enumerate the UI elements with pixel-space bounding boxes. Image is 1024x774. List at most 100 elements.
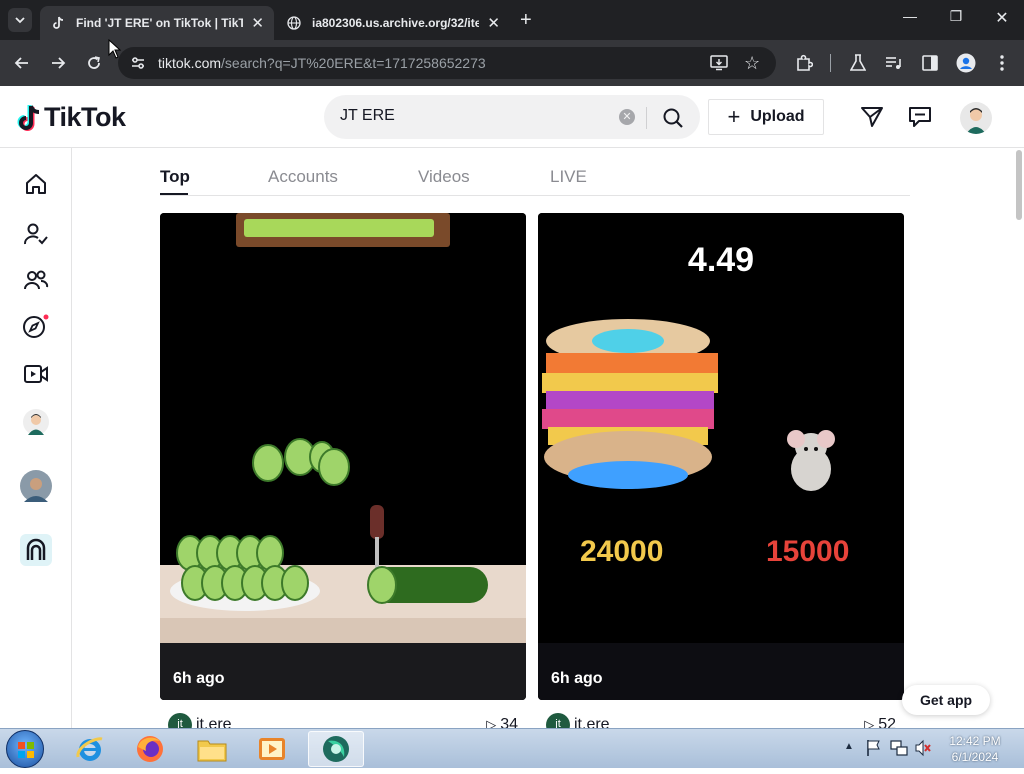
tab-videos[interactable]: Videos — [418, 167, 470, 187]
profile-button[interactable] — [954, 51, 978, 75]
back-button[interactable] — [10, 51, 34, 75]
site-info-icon[interactable] — [130, 55, 146, 74]
toolbar-divider — [830, 54, 831, 72]
arrow-right-icon — [52, 57, 66, 69]
nav-home[interactable] — [20, 168, 52, 200]
nav-account-avatar[interactable] — [20, 470, 52, 502]
tab-search-button[interactable] — [8, 8, 32, 32]
install-app-icon[interactable] — [710, 55, 728, 74]
puzzle-icon — [797, 54, 813, 71]
score-right: 15000 — [766, 535, 850, 568]
folder-icon — [197, 740, 227, 762]
video-camera-icon — [24, 365, 48, 383]
taskbar-internet-explorer[interactable] — [62, 731, 118, 767]
nav-archive[interactable] — [20, 534, 52, 566]
kebab-menu-icon — [1000, 55, 1004, 71]
search-input[interactable] — [340, 107, 600, 125]
flask-icon — [850, 54, 866, 71]
taskbar-media-player[interactable] — [244, 731, 300, 767]
tiktok-note-icon — [17, 104, 40, 131]
network-icon[interactable] — [890, 739, 908, 762]
system-clock[interactable]: 12:42 PM 6/1/2024 — [940, 733, 1010, 765]
tiktok-favicon-icon — [50, 15, 66, 31]
action-center-flag-icon[interactable] — [866, 739, 882, 762]
video-card[interactable]: 4.49 24000 15000 6h ago — [538, 213, 904, 700]
tiktok-header: TikTok ✕ + Upload — [0, 86, 1024, 148]
send-icon — [861, 107, 883, 127]
windows-logo-icon — [18, 742, 34, 758]
active-tab-indicator — [160, 193, 188, 195]
score-timer: 4.49 — [687, 241, 755, 279]
taskbar-file-explorer[interactable] — [184, 731, 240, 767]
messages-button[interactable] — [860, 106, 884, 133]
scrollbar-thumb[interactable] — [1016, 150, 1022, 220]
clock-date: 6/1/2024 — [951, 750, 999, 764]
labs-button[interactable] — [846, 51, 870, 75]
mouse-cursor-icon — [108, 39, 122, 59]
avatar-icon — [20, 470, 52, 502]
tab-title: ia802306.us.archive.org/32/ite — [312, 16, 480, 30]
tab-title: Find 'JT ERE' on TikTok | TikTok — [76, 16, 244, 30]
users-icon — [24, 270, 49, 290]
search-divider — [646, 107, 647, 129]
window-close-button[interactable]: ✕ — [982, 8, 1022, 28]
video-time: 6h ago — [551, 670, 603, 687]
media-player-icon — [259, 738, 285, 760]
media-control-button[interactable] — [882, 51, 906, 75]
side-panel-button[interactable] — [918, 51, 942, 75]
left-sidebar — [0, 148, 72, 728]
search-button[interactable] — [658, 103, 688, 133]
chevron-down-icon — [15, 17, 25, 24]
browser-tab-strip: Find 'JT ERE' on TikTok | TikTok ✕ ia802… — [0, 0, 1024, 40]
taskbar-browser-active[interactable] — [308, 731, 364, 767]
music-queue-icon — [886, 57, 901, 69]
new-tab-button[interactable]: + — [520, 8, 532, 32]
video-time: 6h ago — [173, 670, 225, 687]
inbox-button[interactable] — [908, 106, 932, 133]
close-tab-icon[interactable]: ✕ — [251, 14, 264, 32]
browser-tab-archive[interactable]: ia802306.us.archive.org/32/ite ✕ — [276, 6, 510, 40]
avatar-icon — [23, 409, 49, 435]
video-card[interactable]: 6h ago — [160, 213, 526, 700]
tab-top[interactable]: Top — [160, 167, 190, 187]
upload-button[interactable]: + Upload — [708, 99, 824, 135]
url-path: /search?q=JT%20ERE&t=1717258652273 — [221, 55, 486, 71]
show-hidden-icons[interactable]: ▲ — [844, 741, 854, 752]
clock-time: 12:42 PM — [949, 734, 1001, 748]
address-bar[interactable]: tiktok.com/search?q=JT%20ERE&t=171725865… — [118, 47, 776, 79]
browser-menu-button[interactable] — [990, 51, 1014, 75]
internet-explorer-icon — [76, 737, 103, 761]
plus-icon: + — [727, 104, 741, 129]
reload-button[interactable] — [82, 51, 106, 75]
close-tab-icon[interactable]: ✕ — [487, 14, 500, 32]
minimize-button[interactable]: — — [890, 8, 930, 24]
nav-following[interactable] — [20, 218, 52, 250]
taskbar-firefox[interactable] — [122, 731, 178, 767]
extensions-button[interactable] — [792, 51, 816, 75]
maximize-button[interactable]: ❐ — [936, 8, 976, 25]
nav-friends[interactable] — [20, 264, 52, 296]
inbox-icon — [909, 107, 931, 127]
browser-app-icon — [323, 736, 349, 762]
volume-muted-icon[interactable] — [914, 739, 932, 762]
forward-button[interactable] — [46, 51, 70, 75]
upload-label: Upload — [750, 108, 805, 125]
reload-icon — [88, 56, 100, 69]
firefox-icon — [137, 736, 163, 762]
bookmark-star-icon[interactable]: ☆ — [744, 53, 760, 74]
nav-explore[interactable] — [20, 310, 52, 342]
get-app-button[interactable]: Get app — [902, 685, 990, 715]
clear-search-icon[interactable]: ✕ — [619, 109, 635, 125]
nav-profile[interactable] — [20, 406, 52, 438]
tiktok-logo[interactable]: TikTok — [16, 102, 126, 133]
start-button[interactable] — [6, 730, 44, 768]
profile-avatar[interactable] — [960, 102, 992, 134]
search-result-tabs: Top Accounts Videos LIVE — [160, 148, 910, 196]
tab-accounts[interactable]: Accounts — [268, 167, 338, 187]
video-thumbnail-sandwich — [538, 213, 904, 700]
nav-live[interactable] — [20, 358, 52, 390]
browser-tab-tiktok[interactable]: Find 'JT ERE' on TikTok | TikTok ✕ — [40, 6, 274, 40]
tab-live[interactable]: LIVE — [550, 167, 587, 187]
globe-icon — [286, 15, 302, 31]
arrow-left-icon — [14, 57, 28, 69]
